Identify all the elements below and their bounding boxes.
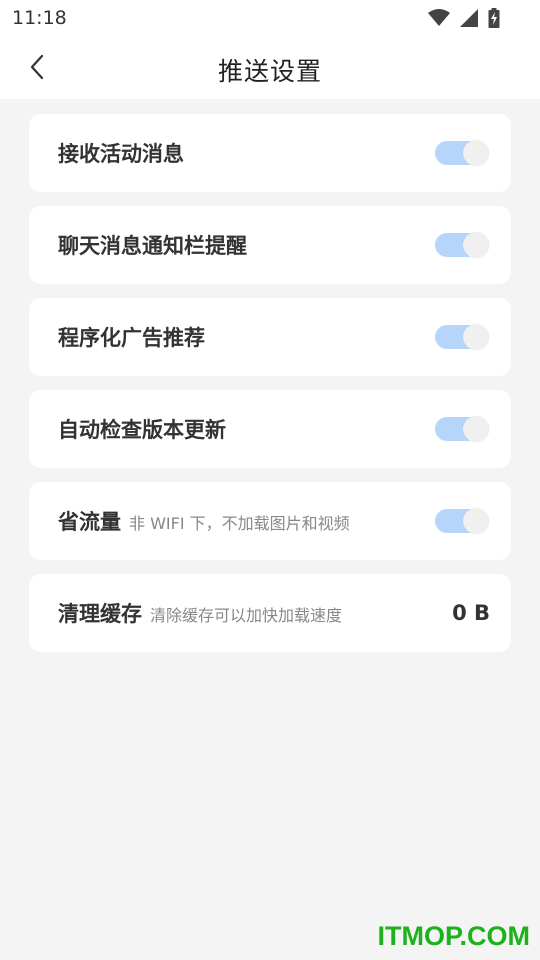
setting-label-text: 接收活动消息 — [58, 142, 184, 166]
setting-label: 清理缓存 清除缓存可以加快加载速度 — [58, 598, 342, 628]
status-bar: 11:18 — [0, 0, 540, 36]
status-icons — [424, 8, 500, 28]
battery-charging-icon — [488, 8, 500, 28]
setting-label-text: 省流量 — [58, 510, 121, 534]
setting-card-auto-update-check: 自动检查版本更新 — [29, 390, 511, 468]
setting-label: 接收活动消息 — [58, 138, 184, 168]
setting-label: 自动检查版本更新 — [58, 414, 226, 444]
toggle-knob — [463, 324, 489, 350]
wifi-icon — [427, 9, 450, 26]
status-time: 11:18 — [12, 7, 67, 29]
signal-icon — [459, 9, 478, 27]
setting-card-data-saver: 省流量非 WIFI 下，不加载图片和视频 — [29, 482, 511, 560]
clear-cache-label: 清理缓存 — [58, 602, 142, 626]
setting-label-text: 聊天消息通知栏提醒 — [58, 234, 247, 258]
clear-cache-description: 清除缓存可以加快加载速度 — [150, 606, 343, 625]
setting-label: 省流量非 WIFI 下，不加载图片和视频 — [58, 506, 350, 536]
toggle-knob — [463, 416, 489, 442]
programmatic-ads-toggle[interactable] — [435, 324, 489, 350]
clear-cache-row[interactable]: 清理缓存 清除缓存可以加快加载速度 0 B — [29, 574, 511, 652]
toggle-knob — [463, 508, 489, 534]
app-header: 推送设置 — [0, 36, 540, 99]
setting-label: 程序化广告推荐 — [58, 322, 205, 352]
setting-card-activity-messages: 接收活动消息 — [29, 114, 511, 192]
setting-card-programmatic-ads: 程序化广告推荐 — [29, 298, 511, 376]
setting-description: 非 WIFI 下，不加载图片和视频 — [129, 514, 350, 533]
page-title: 推送设置 — [217, 57, 322, 86]
cache-size-value: 0 B — [452, 601, 490, 625]
setting-label-text: 自动检查版本更新 — [58, 418, 226, 442]
setting-label: 聊天消息通知栏提醒 — [58, 230, 247, 260]
watermark-logo: ITMOP.COM — [377, 921, 530, 951]
chat-notification-toggle[interactable] — [435, 232, 489, 258]
activity-messages-toggle[interactable] — [435, 140, 489, 166]
setting-label-text: 程序化广告推荐 — [58, 326, 205, 350]
toggle-knob — [463, 140, 489, 166]
setting-card-chat-notification: 聊天消息通知栏提醒 — [29, 206, 511, 284]
toggle-knob — [463, 232, 489, 258]
auto-update-check-toggle[interactable] — [435, 416, 489, 442]
data-saver-toggle[interactable] — [435, 508, 489, 534]
